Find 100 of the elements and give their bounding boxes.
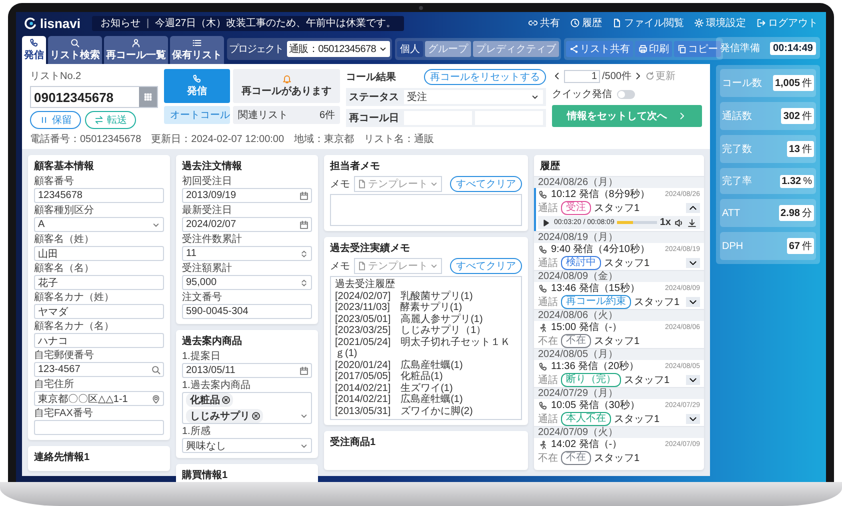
logout-icon bbox=[756, 18, 766, 28]
staff-name: スタッフ1 bbox=[634, 296, 680, 308]
clear-all-button[interactable]: すべてクリア bbox=[450, 258, 522, 274]
memo-label: メモ bbox=[330, 260, 350, 273]
input-field[interactable]: ハナコ bbox=[34, 333, 164, 348]
status-tag: 再コール約束 bbox=[561, 295, 631, 309]
project-select[interactable]: 通販：05012345678 bbox=[287, 41, 390, 57]
phone-icon bbox=[192, 74, 202, 84]
call-time: 13:46 発信（15秒） bbox=[551, 282, 640, 295]
input-field[interactable]: 590-0045-304 bbox=[182, 304, 312, 319]
memo-label: メモ bbox=[330, 178, 350, 191]
expand-button[interactable] bbox=[686, 375, 700, 385]
expand-button[interactable] bbox=[686, 203, 700, 213]
stat-label: DPH bbox=[722, 240, 744, 252]
select-field[interactable]: 化粧品 しじみサプリ bbox=[182, 392, 312, 424]
phone-icon bbox=[29, 38, 39, 48]
phone-number-field[interactable]: 09012345678 bbox=[30, 86, 158, 108]
order-history-line: [2023/05/01] 高麗人参サプリ(1) bbox=[335, 314, 484, 324]
input-field[interactable]: ヤマダ bbox=[34, 304, 164, 319]
related-label: 関連リスト bbox=[238, 108, 288, 122]
page-field[interactable]: 1 bbox=[564, 70, 600, 82]
header-link[interactable]: 共有 bbox=[528, 16, 560, 30]
seek-track[interactable] bbox=[617, 221, 657, 224]
calendar-icon bbox=[299, 366, 309, 376]
field-label: 注文番号 bbox=[182, 292, 223, 304]
select-field[interactable]: 興味なし bbox=[182, 438, 312, 453]
call-type: 不在 bbox=[538, 334, 558, 348]
quick-dial-toggle[interactable] bbox=[617, 90, 635, 98]
panel-title: 履歴 bbox=[539, 160, 561, 174]
tool-button[interactable]: 印刷 bbox=[634, 41, 672, 57]
nav-tab[interactable]: 保有リスト bbox=[170, 36, 224, 64]
staff-name: スタッフ1 bbox=[614, 412, 660, 426]
related-list[interactable]: 関連リスト 6件 bbox=[233, 106, 340, 124]
status-tag: 検討中 bbox=[561, 256, 601, 270]
history-date: 2024/08/06（火） bbox=[534, 310, 704, 321]
stat-label: 通話数 bbox=[722, 110, 752, 123]
header-link[interactable]: 環境設定 bbox=[694, 16, 746, 30]
field-label: 初回受注日 bbox=[182, 176, 233, 188]
number-field[interactable]: 95,000 bbox=[182, 275, 312, 290]
input-field[interactable]: 山田 bbox=[34, 246, 164, 261]
nav-tab[interactable]: リスト検索 bbox=[48, 36, 102, 64]
header-link[interactable]: 履歴 bbox=[570, 16, 602, 30]
field-label: 自宅郵便番号 bbox=[34, 350, 95, 362]
number-field[interactable]: 11 bbox=[182, 246, 312, 261]
related-count: 6件 bbox=[319, 109, 335, 122]
stat-unit: % bbox=[803, 176, 812, 186]
call-time: 9:40 発信（4分10秒） bbox=[551, 243, 650, 256]
expand-button[interactable] bbox=[686, 258, 700, 268]
header-link[interactable]: ファイル閲覧 bbox=[612, 16, 684, 30]
input-field[interactable] bbox=[34, 420, 164, 435]
panel-title: 顧客基本情報 bbox=[34, 159, 95, 173]
stat-unit: 件 bbox=[802, 110, 812, 123]
input-field[interactable]: 花子 bbox=[34, 275, 164, 290]
status-select[interactable]: 受注 bbox=[404, 90, 543, 104]
tool-button[interactable]: リスト共有 bbox=[566, 41, 633, 57]
list-number: リストNo.2 bbox=[30, 70, 82, 83]
input-field[interactable]: 123-4567 bbox=[34, 362, 164, 377]
expand-button[interactable] bbox=[686, 297, 700, 307]
select-field[interactable]: A bbox=[34, 217, 164, 232]
stat-label: ATT bbox=[722, 208, 740, 218]
download-icon bbox=[687, 218, 697, 228]
input-field[interactable]: 東京都〇〇区△△1-1 bbox=[34, 391, 164, 406]
date-field[interactable]: 2013/05/11 bbox=[182, 363, 312, 378]
staff-name: スタッフ1 bbox=[594, 334, 640, 348]
product-chip[interactable]: 化粧品 bbox=[186, 393, 233, 407]
nav-tab[interactable]: 再コール一覧 bbox=[104, 36, 168, 64]
keypad-button[interactable] bbox=[139, 87, 157, 107]
list-icon bbox=[192, 38, 202, 48]
clear-all-button[interactable]: すべてクリア bbox=[450, 176, 522, 192]
phone-icon bbox=[538, 284, 548, 294]
history-date: 2024/08/05（月） bbox=[534, 349, 704, 360]
order-history-line: [2023/03/25] しじみサプリ（1） bbox=[335, 325, 488, 336]
playback-speed[interactable]: 1x bbox=[660, 217, 671, 228]
call-type: 通話 bbox=[538, 256, 558, 270]
history-date: 2024/08/09（金） bbox=[534, 271, 704, 282]
order-history-box[interactable] bbox=[330, 276, 522, 420]
date-field[interactable]: 2024/02/07 bbox=[182, 217, 312, 232]
pause-icon bbox=[39, 115, 49, 125]
calendar-icon bbox=[299, 190, 309, 200]
logo-icon bbox=[24, 16, 37, 30]
notice-label: お知らせ bbox=[100, 16, 140, 30]
field-label: 顧客名カナ（名） bbox=[34, 321, 115, 333]
tool-button[interactable]: コピー bbox=[674, 41, 721, 57]
order-history-line: [2021/05/24] 明太子切れ子セット１Ｋｇ(1) bbox=[335, 336, 512, 360]
date-field[interactable]: 2013/09/19 bbox=[182, 188, 312, 203]
mode-button[interactable]: 個人 bbox=[396, 41, 423, 57]
order-history-line: [2014/02/21] 生ズワイ(1) bbox=[335, 382, 454, 394]
nav-tab[interactable]: 発信 bbox=[22, 36, 46, 64]
swap-icon bbox=[94, 115, 104, 125]
product-chip[interactable]: しじみサプリ bbox=[186, 409, 263, 423]
staff-name: スタッフ1 bbox=[624, 374, 670, 386]
panel-title: 過去案内商品 bbox=[182, 334, 243, 348]
clock-icon bbox=[570, 18, 580, 28]
file-icon bbox=[612, 18, 622, 28]
pin-icon bbox=[151, 394, 161, 404]
order-history-line: [2014/02/21] 広島産牡蠣(1) bbox=[335, 394, 464, 406]
stat-unit: 件 bbox=[802, 240, 812, 253]
input-field[interactable]: 12345678 bbox=[34, 188, 164, 203]
expand-button[interactable] bbox=[686, 414, 700, 424]
spinner-arrows-icon bbox=[299, 248, 309, 258]
